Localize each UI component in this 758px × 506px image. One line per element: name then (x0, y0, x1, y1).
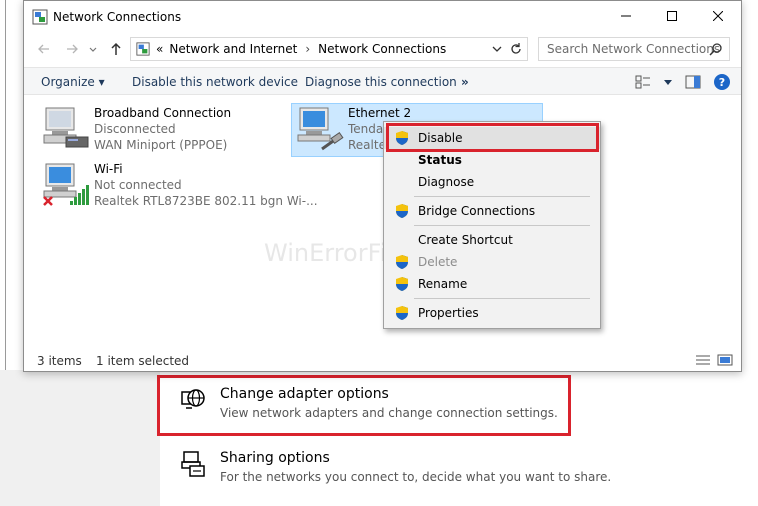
connection-device: WAN Miniport (PPPOE) (94, 138, 228, 152)
menu-item-label: Bridge Connections (418, 204, 536, 218)
connection-name: Wi-Fi (94, 162, 123, 176)
menu-separator (414, 298, 590, 299)
recent-chevron-down-icon[interactable] (88, 41, 98, 57)
menu-item-status[interactable]: Status (384, 149, 600, 171)
close-icon (713, 11, 723, 21)
refresh-icon[interactable] (509, 42, 523, 56)
more-commands-button[interactable]: » (461, 75, 469, 89)
search-input[interactable]: Search Network Connections (538, 37, 730, 61)
minimize-button[interactable] (603, 1, 649, 31)
setting-title: Sharing options (220, 450, 330, 466)
back-arrow-icon[interactable] (36, 41, 52, 57)
disable-device-button[interactable]: Disable this network device (132, 75, 298, 89)
menu-item-label: Status (418, 153, 462, 167)
menu-item-delete[interactable]: Delete (384, 251, 600, 273)
minimize-icon (621, 15, 631, 17)
status-bar: 3 items 1 item selected (24, 353, 741, 371)
setting-description: For the networks you connect to, decide … (220, 470, 612, 484)
menu-item-properties[interactable]: Properties (384, 302, 600, 324)
menu-item-label: Diagnose (418, 175, 475, 189)
preview-pane-icon[interactable] (685, 75, 701, 89)
selection-count: 1 item selected (96, 354, 190, 368)
details-view-icon[interactable] (695, 354, 711, 366)
highlight-adapter-options (157, 375, 571, 436)
sidebar-panel (0, 370, 160, 506)
view-options-chevron-down-icon[interactable] (663, 77, 673, 87)
menu-item-bridge-connections[interactable]: Bridge Connections (384, 200, 600, 222)
command-bar: Organize ▾ Disable this network device D… (24, 67, 741, 95)
title-bar: Network Connections (24, 1, 741, 33)
uac-shield-icon (396, 277, 408, 291)
maximize-icon (667, 11, 677, 21)
menu-item-diagnose[interactable]: Diagnose (384, 171, 600, 193)
chevron-down-icon[interactable] (491, 42, 503, 56)
help-icon[interactable]: ? (713, 73, 731, 91)
search-placeholder: Search Network Connections (547, 42, 721, 56)
connection-name: Broadband Connection (94, 106, 232, 120)
menu-separator (414, 225, 590, 226)
diagnose-connection-button[interactable]: Diagnose this connection (305, 75, 457, 89)
menu-item-label: Rename (418, 277, 468, 291)
wifi-computer-icon (43, 163, 89, 206)
organize-menu[interactable]: Organize ▾ (41, 75, 105, 89)
broadband-computer-icon (43, 107, 89, 148)
sharing-options-link[interactable]: Sharing options For the networks you con… (180, 448, 611, 486)
connection-broadband[interactable]: Broadband Connection Disconnected WAN Mi… (43, 105, 232, 153)
maximize-button[interactable] (649, 1, 695, 31)
breadcrumb-overflow[interactable]: « (156, 42, 163, 56)
menu-item-label: Create Shortcut (418, 233, 513, 247)
item-count: 3 items (37, 354, 82, 368)
change-view-icon[interactable] (635, 75, 651, 89)
breadcrumb-network-connections[interactable]: Network Connections (318, 42, 446, 56)
connection-status: Disconnected (94, 122, 176, 136)
connection-name: Ethernet 2 (348, 106, 412, 120)
menu-item-rename[interactable]: Rename (384, 273, 600, 295)
control-panel-icon (136, 42, 150, 56)
menu-item-label: Properties (418, 306, 479, 320)
large-icons-view-icon[interactable] (717, 354, 733, 366)
connection-wifi[interactable]: Wi-Fi Not connected Realtek RTL8723BE 80… (43, 161, 318, 209)
chevron-right-icon[interactable]: › (305, 42, 310, 56)
menu-separator (414, 196, 590, 197)
connection-status: Not connected (94, 178, 182, 192)
menu-item-label: Delete (418, 255, 458, 269)
up-arrow-icon[interactable] (108, 41, 124, 57)
search-icon (709, 43, 722, 56)
forward-arrow-icon[interactable] (64, 41, 80, 57)
breadcrumb-network-and-internet[interactable]: Network and Internet (169, 42, 297, 56)
context-menu: Disable Status Diagnose Bridge Connectio… (383, 121, 601, 329)
menu-item-create-shortcut[interactable]: Create Shortcut (384, 229, 600, 251)
close-button[interactable] (695, 1, 741, 31)
connection-device: Realtek RTL8723BE 802.11 bgn Wi-... (94, 194, 318, 208)
window-title: Network Connections (53, 10, 182, 24)
ethernet-computer-icon (297, 107, 344, 151)
address-row: « Network and Internet › Network Connect… (24, 37, 741, 61)
uac-shield-icon (396, 255, 408, 269)
uac-shield-icon (396, 204, 408, 218)
uac-shield-icon (396, 306, 408, 320)
address-bar[interactable]: « Network and Internet › Network Connect… (130, 37, 528, 61)
network-connections-app-icon (32, 9, 48, 25)
svg-text:?: ? (719, 76, 725, 89)
chevron-down-icon: ▾ (98, 75, 105, 89)
sharing-icon (181, 451, 205, 477)
highlight-disable-item (386, 123, 599, 152)
